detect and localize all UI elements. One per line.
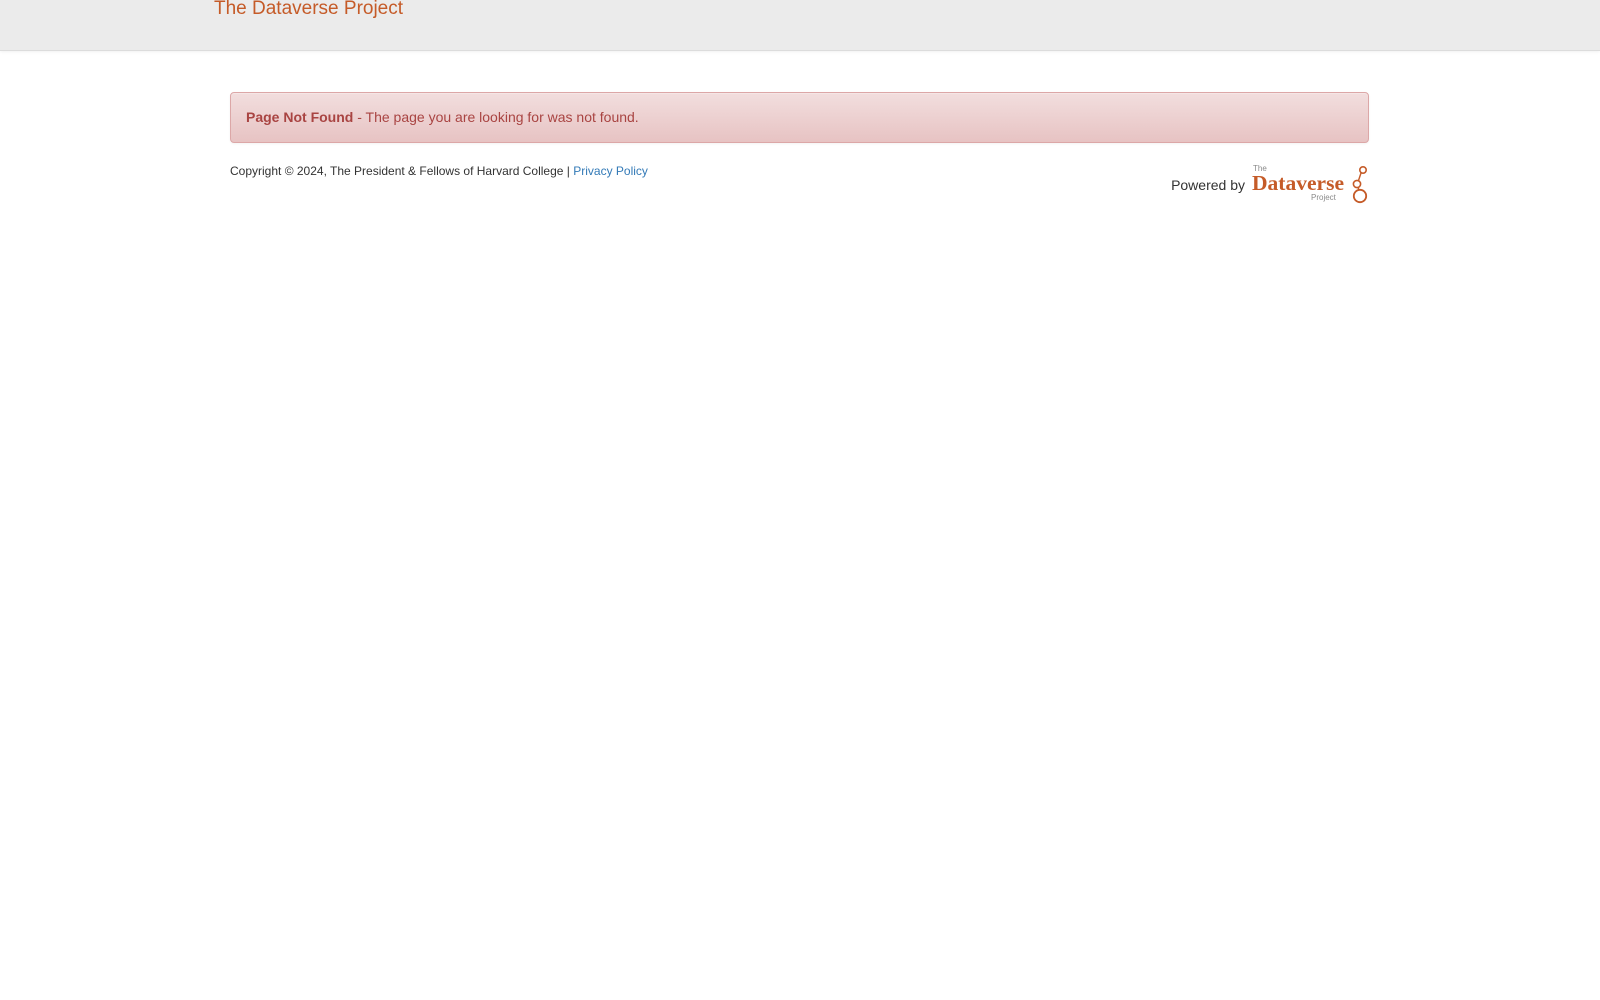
logo-circle-large — [1352, 188, 1368, 204]
brand-link[interactable]: The Dataverse Project — [214, 0, 403, 21]
alert-title: Page Not Found — [246, 109, 354, 125]
logo-connector-1 — [1357, 172, 1362, 181]
top-navbar: The Dataverse Project — [0, 0, 1600, 51]
error-alert: Page Not Found - The page you are lookin… — [230, 92, 1369, 143]
privacy-policy-link[interactable]: Privacy Policy — [573, 164, 648, 178]
powered-by: Powered by The Dataverse Project — [1171, 163, 1369, 205]
logo-project-text: Project — [1311, 193, 1337, 202]
logo-name-text: Dataverse — [1252, 171, 1344, 195]
footer: Copyright © 2024, The President & Fellow… — [230, 163, 1369, 213]
alert-message: - The page you are looking for was not f… — [353, 109, 639, 125]
dataverse-logo[interactable]: The Dataverse Project — [1251, 163, 1369, 205]
powered-by-label: Powered by — [1171, 177, 1245, 193]
logo-circle-medium — [1352, 179, 1362, 189]
logo-connector-2 — [1357, 187, 1360, 191]
logo-circle-small — [1359, 165, 1368, 175]
copyright-label: Copyright © 2024, The President & Fellow… — [230, 164, 574, 178]
copyright-text: Copyright © 2024, The President & Fellow… — [230, 163, 648, 179]
